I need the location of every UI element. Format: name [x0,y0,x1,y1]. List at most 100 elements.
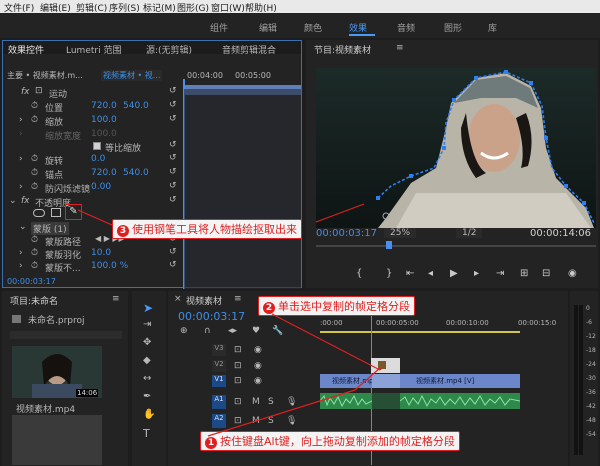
workspace-tab-graphics[interactable]: 图形 [444,21,462,34]
mark-in-icon[interactable]: { [356,268,362,279]
chevron-right-icon[interactable]: › [19,248,23,258]
rotation-value[interactable]: 0.0 [91,154,105,164]
reset-icon[interactable]: ↺ [169,86,177,96]
meter-bar-left [574,305,578,455]
resolution-select[interactable]: 1/2 [456,228,483,238]
scale-width-value: 100.0 [91,129,117,139]
meter-label: -12 [586,333,596,340]
tab-audio-clip-mixer[interactable]: 音频剪辑混合 [222,43,276,56]
program-playhead[interactable] [386,241,392,249]
a1-clip[interactable] [399,393,521,409]
menu-icon[interactable]: ≡ [112,294,120,304]
scale-value[interactable]: 100.0 [91,115,117,125]
play-icon[interactable]: ▶ [450,268,458,279]
position-y-value[interactable]: 540.0 [123,101,149,111]
tab-effect-controls[interactable]: 效果控件 [8,43,44,56]
clip-sequence-selector[interactable]: 视频素材 • 视... [101,70,163,81]
antiflicker-value[interactable]: 0.00 [91,182,111,192]
meter-label: -6 [586,319,592,326]
zoom-select[interactable]: 25% [384,228,417,238]
position-x-value[interactable]: 720.0 [91,101,117,111]
reset-icon[interactable]: ↺ [169,100,177,110]
chevron-right-icon[interactable]: › [19,182,23,192]
step-forward-icon[interactable]: ▸ [474,268,479,279]
meter-label: -18 [586,347,596,354]
stopwatch-icon[interactable]: ⏱ [31,235,38,245]
workspace-tab-libraries[interactable]: 库 [488,21,497,34]
workspace-tab-editing[interactable]: 编辑 [259,21,277,34]
anchor-y-value[interactable]: 540.0 [123,168,149,178]
ruler-end: 00:05:00 [235,71,271,80]
reset-icon[interactable]: ↺ [169,181,177,191]
media-thumbnail-2[interactable] [12,415,102,465]
tab-lumetri-scopes[interactable]: Lumetri 范围 [66,43,121,56]
media-label[interactable]: 视频素材.mp4 [16,402,75,415]
workspace-tab-color[interactable]: 颜色 [304,21,322,34]
reset-icon[interactable]: ↺ [169,247,177,257]
meter-label: -54 [586,431,596,438]
effect-timecode[interactable]: 00:00:03:17 [7,277,56,286]
rectangle-mask-icon[interactable] [51,208,61,217]
chevron-right-icon[interactable]: › [19,115,23,125]
type-tool-icon[interactable]: T [143,427,150,440]
chevron-down-icon[interactable]: ⌄ [9,196,17,206]
mask-opacity-label: 蒙版不... [45,264,81,274]
program-title[interactable]: 节目:视频素材 [314,43,371,56]
go-to-in-icon[interactable]: ⇤ [406,268,414,279]
step-back-icon[interactable]: ◂ [428,268,433,279]
stopwatch-icon[interactable]: ⏱ [31,101,38,111]
section-motion[interactable]: 运动 [49,87,67,100]
workspace-bar: 组件 编辑 颜色 效果 音频 图形 库 [0,13,600,38]
workspace-tab-assembly[interactable]: 组件 [210,21,228,34]
close-icon[interactable]: × [174,294,182,304]
tab-source[interactable]: 源:(无剪辑) [146,43,192,56]
project-file: 未命名.prproj [28,316,85,326]
timeline-title[interactable]: 视频素材 [186,294,222,307]
chevron-down-icon[interactable]: ⌄ [19,222,27,232]
mask-opacity-value[interactable]: 100.0 % [91,261,128,271]
workspace-tab-audio[interactable]: 音频 [397,21,415,34]
insert-icon[interactable]: ⊞ [520,268,528,279]
audio-meter: 0 -6 -12 -18 -24 -30 -36 -42 -48 -54 [570,291,598,466]
scale-width-label: 缩放宽度 [45,132,82,142]
reset-icon[interactable]: ↺ [169,114,177,124]
menu-icon[interactable]: ≡ [234,294,242,304]
v1-clip[interactable]: 视频素材.mp4 [V] [400,374,520,388]
reset-icon[interactable]: ↺ [169,153,177,163]
stopwatch-icon[interactable]: ⏱ [31,168,38,178]
workspace-tab-effects[interactable]: 效果 [349,21,367,34]
export-frame-icon[interactable]: ◉ [568,268,577,279]
stopwatch-icon[interactable]: ⏱ [31,182,38,192]
stopwatch-icon[interactable]: ⏱ [31,248,38,258]
program-scrubber[interactable] [316,245,596,247]
ruler-tick: 00:00:15:0 [518,319,557,327]
mark-out-icon[interactable]: } [386,268,392,279]
mask-label[interactable]: 蒙版 (1) [31,222,69,235]
reset-icon[interactable]: ↺ [169,167,177,177]
uniform-scale-checkbox[interactable] [93,142,101,150]
clip-master-label[interactable]: 主要 • 视频素材.m... [7,70,83,81]
effect-keyframe-area [184,89,301,289]
chevron-right-icon[interactable]: › [19,261,23,271]
go-to-out-icon[interactable]: ⇥ [496,268,504,279]
project-title[interactable]: 项目:未命名 [10,294,58,307]
uniform-scale-label: 等比缩放 [105,144,142,154]
ellipse-mask-icon[interactable] [33,209,45,217]
anchor-x-value[interactable]: 720.0 [91,168,117,178]
overwrite-icon[interactable]: ⊟ [542,268,550,279]
meter-label: -30 [586,375,596,382]
meter-label: 0 [586,305,590,312]
stopwatch-icon[interactable]: ⏱ [31,261,38,271]
chevron-right-icon: › [19,129,23,139]
anchor-label: 锚点 [45,171,64,181]
reset-icon[interactable]: ↺ [169,260,177,270]
mask-feather-value[interactable]: 10.0 [91,248,111,258]
project-search[interactable] [10,331,122,339]
stopwatch-icon[interactable]: ⏱ [31,154,38,164]
chevron-right-icon[interactable]: › [19,154,23,164]
menu-icon[interactable]: ≡ [396,43,404,53]
scale-label: 缩放 [45,118,64,128]
reset-icon[interactable]: ↺ [169,140,177,150]
stopwatch-icon[interactable]: ⏱ [31,115,38,125]
menu-bar: 文件(F) 编辑(E) 剪辑(C) 序列(S) 标记(M) 图形(G) 窗口(W… [0,0,600,14]
